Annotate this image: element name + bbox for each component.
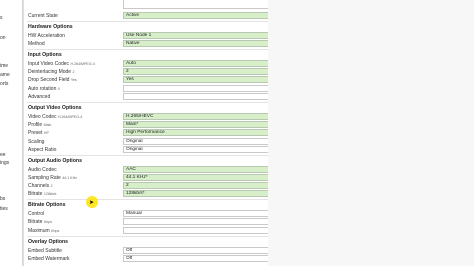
method-label: Method (28, 41, 45, 47)
output-video-options-heading: Output Video Options (28, 105, 82, 111)
video-bitrate-input[interactable] (123, 218, 288, 225)
method-select[interactable]: Native▾ (123, 40, 288, 47)
hardware-options-heading: Hardware Options (28, 24, 73, 30)
sampling-rate-label: Sampling Rate 44.1 KHz (28, 175, 77, 181)
empty-content-area (268, 0, 474, 266)
nav-fragment[interactable]: ings (0, 160, 9, 166)
current-state-label: Current State (28, 13, 58, 19)
hw-acceleration-select[interactable]: Use Node 1▾ (123, 32, 288, 39)
profile-select[interactable]: Main*▾ (123, 121, 288, 128)
divider (27, 155, 289, 156)
channels-select[interactable]: 2▾ (123, 182, 288, 189)
video-bitrate-label: Bitrate Kbps (28, 219, 53, 225)
audio-codec-select[interactable]: AAC▾ (123, 166, 288, 173)
current-state-field: Active (123, 12, 288, 19)
left-nav-strip: s on ime ame orts ee ings bs ties (0, 0, 23, 266)
deinterlacing-mode-label: Deinterlacing Mode 2 (28, 69, 75, 75)
overlay-options-heading: Overlay Options (28, 239, 69, 245)
nav-fragment[interactable]: orts (0, 81, 8, 87)
sampling-rate-select[interactable]: 44.1 KHz*▾ (123, 174, 288, 181)
video-codec-label: Video Codec H.264/MPEG-4 (28, 114, 83, 120)
transcode-settings-panel: Current State Active Hardware Options HW… (23, 0, 290, 266)
input-options-heading: Input Options (28, 52, 62, 58)
nav-fragment[interactable]: s (0, 15, 3, 21)
video-codec-select[interactable]: H.265/HEVC▾ (123, 113, 288, 120)
auto-rotation-label: Auto rotation 0 (28, 86, 60, 92)
deinterlacing-mode-select[interactable]: 2▾ (123, 68, 288, 75)
divider (27, 236, 289, 237)
maximum-bitrate-input[interactable] (123, 227, 288, 234)
previous-field-edge (123, 0, 290, 9)
hw-acceleration-label: HW Acceleration (28, 33, 65, 39)
auto-rotation-select[interactable]: ▾ (123, 85, 288, 92)
nav-fragment[interactable]: ime (0, 63, 8, 69)
scaling-label: Scaling (28, 139, 45, 145)
nav-fragment[interactable]: bs (0, 196, 5, 202)
drop-second-field-select[interactable]: Yes▾ (123, 76, 288, 83)
nav-fragment[interactable]: ee (0, 152, 6, 158)
mouse-pointer-icon: ➤ (89, 200, 95, 206)
aspect-ratio-label: Aspect Ratio (28, 147, 57, 153)
control-select[interactable]: Manual▾ (123, 210, 288, 217)
embed-subtitle-label: Embed Subtitle (28, 248, 62, 254)
control-label: Control (28, 211, 45, 217)
scaling-select[interactable]: Original▾ (123, 138, 288, 145)
divider (27, 21, 289, 22)
divider (27, 49, 289, 50)
input-video-codec-select[interactable]: Auto▾ (123, 60, 288, 67)
channels-label: Channels 2 (28, 183, 53, 189)
bitrate-options-heading: Bitrate Options (28, 202, 66, 208)
embed-watermark-select[interactable]: Off▾ (123, 255, 288, 262)
audio-codec-label: Audio Codec (28, 167, 57, 173)
preset-select[interactable]: High Performance▾ (123, 129, 288, 136)
embed-subtitle-select[interactable]: Off▾ (123, 247, 288, 254)
advanced-input[interactable] (123, 93, 288, 100)
advanced-label: Advanced (28, 94, 51, 100)
input-video-codec-label: Input Video Codec H.264/MPEG-4 (28, 61, 95, 67)
embed-watermark-label: Embed Watermark (28, 256, 70, 262)
divider (27, 102, 289, 103)
maximum-label: Maximum Kbps (28, 228, 60, 234)
drop-second-field-label: Drop Second Field Yes (28, 77, 77, 83)
preset-label: Preset HP (28, 130, 49, 136)
aspect-ratio-select[interactable]: Original▾ (123, 146, 288, 153)
nav-fragment[interactable]: ties (0, 206, 8, 212)
audio-bitrate-label: Bitrate 128kb/s (28, 191, 57, 197)
divider (27, 199, 289, 200)
audio-bitrate-select[interactable]: 128kb/s*▾ (123, 190, 288, 197)
nav-fragment[interactable]: on (0, 35, 6, 41)
profile-label: Profile Main (28, 122, 52, 128)
output-audio-options-heading: Output Audio Options (28, 158, 82, 164)
nav-fragment[interactable]: ame (0, 72, 10, 78)
